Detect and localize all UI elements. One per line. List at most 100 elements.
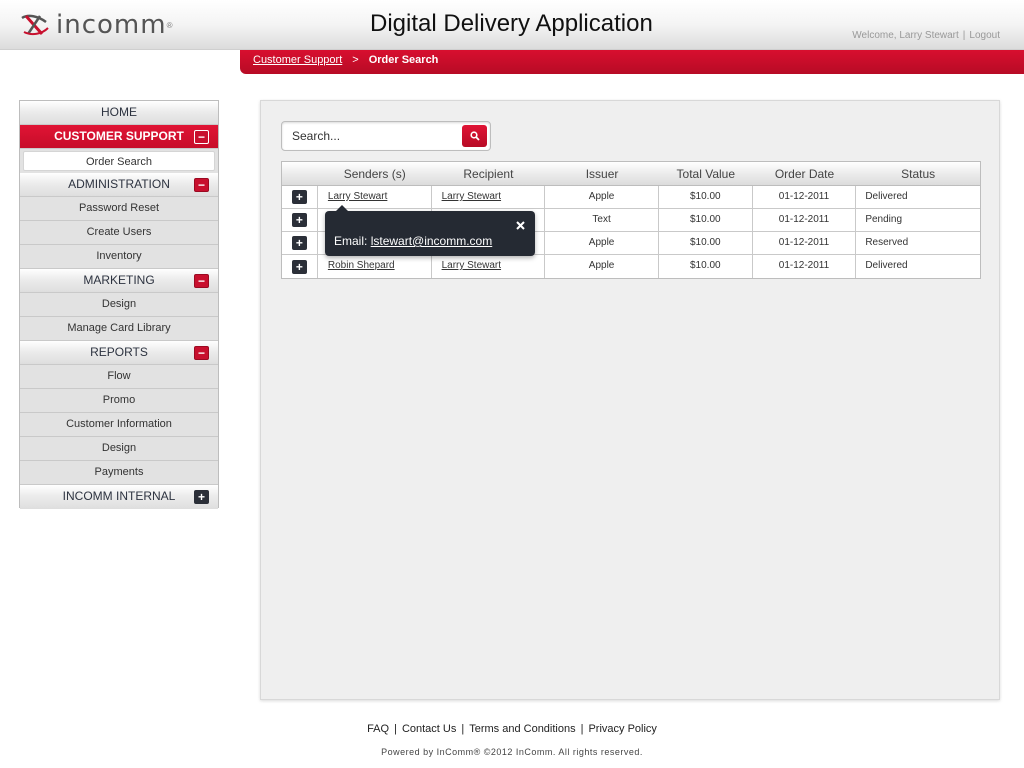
search-icon <box>469 131 480 141</box>
date-cell: 01-12-2011 <box>753 209 857 231</box>
plus-icon[interactable]: + <box>291 259 307 274</box>
sidebar-item-customer-information[interactable]: Customer Information <box>20 413 218 437</box>
header-separator: | <box>962 30 966 41</box>
minus-icon[interactable]: − <box>194 178 209 192</box>
plus-icon[interactable]: + <box>291 213 307 227</box>
footer-copyright: Powered by InComm® ©2012 InComm. All rig… <box>381 747 643 757</box>
recipient-cell: Larry Stewart <box>432 186 546 208</box>
sidebar-item-label: Payments <box>94 466 144 478</box>
header-cell-issuer[interactable]: Issuer <box>545 162 659 185</box>
table-header: Senders (s) Recipient Issuer Total Value… <box>282 162 980 186</box>
welcome-text: Welcome, Larry Stewart <box>852 30 959 41</box>
logout-link[interactable]: Logout <box>969 30 1000 41</box>
tooltip-close-button[interactable] <box>512 217 528 233</box>
header-cell-expand <box>282 162 318 185</box>
recipient-link[interactable]: Larry Stewart <box>442 191 501 202</box>
date-cell: 01-12-2011 <box>753 255 857 278</box>
footer-terms-link[interactable]: Terms and Conditions <box>469 723 575 735</box>
table-row: + Larry Stewart Larry Stewart Apple $10.… <box>282 186 980 209</box>
value-cell: $10.00 <box>659 232 753 254</box>
header-cell-recipient[interactable]: Recipient <box>432 162 546 185</box>
minus-icon[interactable]: − <box>194 274 209 288</box>
footer-contact-link[interactable]: Contact Us <box>402 723 456 735</box>
sidebar-item-label: REPORTS <box>90 345 148 359</box>
sidebar-item-flow[interactable]: Flow <box>20 365 218 389</box>
header-cell-order-date[interactable]: Order Date <box>753 162 857 185</box>
footer-faq-link[interactable]: FAQ <box>367 723 389 735</box>
tooltip-arrow <box>336 205 348 211</box>
status-cell: Delivered <box>865 260 908 271</box>
sidebar-item-inventory[interactable]: Inventory <box>20 245 218 269</box>
sidebar-item-payments[interactable]: Payments <box>20 461 218 485</box>
issuer-cell: Text <box>545 209 659 231</box>
tooltip-email-link[interactable]: lstewart@incomm.com <box>371 234 493 248</box>
sidebar-item-marketing-design[interactable]: Design <box>20 293 218 317</box>
sidebar-item-label: Manage Card Library <box>67 322 171 334</box>
sidebar-item-manage-card-library[interactable]: Manage Card Library <box>20 317 218 341</box>
expand-cell: + <box>282 255 318 278</box>
search-input[interactable] <box>286 126 456 146</box>
sender-cell: Larry Stewart <box>318 186 432 208</box>
sidebar-item-home[interactable]: HOME <box>20 101 218 125</box>
sidebar-item-label: Order Search <box>85 156 153 168</box>
sidebar-nav: HOME CUSTOMER SUPPORT − Order Search ADM… <box>19 100 219 509</box>
breadcrumb-separator: > <box>352 54 359 66</box>
sidebar-item-label: Flow <box>107 370 131 382</box>
sidebar-item-label: Create Users <box>86 226 152 238</box>
plus-icon[interactable]: + <box>194 490 209 504</box>
tooltip-text: Email: lstewart@incomm.com <box>334 234 492 248</box>
minus-icon[interactable]: − <box>194 130 209 144</box>
status-cell: Delivered <box>865 191 908 202</box>
sidebar-item-create-users[interactable]: Create Users <box>20 221 218 245</box>
status-cell: Reserved <box>865 237 909 248</box>
sidebar-section-marketing[interactable]: MARKETING − <box>20 269 218 293</box>
sidebar-section-administration[interactable]: ADMINISTRATION − <box>20 173 218 197</box>
sidebar-item-label: CUSTOMER SUPPORT <box>54 129 184 143</box>
header-cell-status[interactable]: Status <box>856 162 980 185</box>
value-cell: $10.00 <box>659 186 753 208</box>
footer-links: FAQ | Contact Us | Terms and Conditions | Priv… <box>0 723 1024 735</box>
issuer-cell: Apple <box>545 255 659 278</box>
search-button[interactable] <box>462 125 487 147</box>
sidebar-item-label: Promo <box>102 394 136 406</box>
header-cell-senders[interactable]: Senders (s) <box>318 162 432 185</box>
incomm-logo-icon <box>21 14 49 36</box>
sidebar-item-label: ADMINISTRATION <box>68 177 170 191</box>
expand-cell: + <box>282 186 318 208</box>
minus-icon[interactable]: − <box>194 346 209 360</box>
sidebar-section-customer-support[interactable]: CUSTOMER SUPPORT − <box>20 125 218 149</box>
date-cell: 01-12-2011 <box>753 232 857 254</box>
expand-cell: + <box>282 209 318 231</box>
breadcrumb-current: Order Search <box>368 54 439 66</box>
footer-privacy-link[interactable]: Privacy Policy <box>588 723 656 735</box>
sidebar-item-label: Customer Information <box>66 418 172 430</box>
sender-link[interactable]: Robin Shepard <box>328 260 395 271</box>
sidebar-item-label: MARKETING <box>83 273 155 287</box>
sender-link[interactable]: Larry Stewart <box>328 191 387 202</box>
sidebar-item-label: Inventory <box>96 250 142 262</box>
footer-separator: | <box>461 723 465 735</box>
header-cell-total-value[interactable]: Total Value <box>659 162 753 185</box>
sidebar-item-order-search[interactable]: Order Search <box>23 151 215 171</box>
date-cell: 01-12-2011 <box>753 186 857 208</box>
breadcrumb-customer-support[interactable]: Customer Support <box>253 54 342 66</box>
sidebar-item-promo[interactable]: Promo <box>20 389 218 413</box>
close-icon <box>515 220 525 230</box>
recipient-cell: Larry Stewart <box>432 255 546 278</box>
issuer-cell: Apple <box>545 232 659 254</box>
main-panel: Senders (s) Recipient Issuer Total Value… <box>260 100 1000 700</box>
status-cell: Pending <box>865 214 903 225</box>
sidebar-item-password-reset[interactable]: Password Reset <box>20 197 218 221</box>
search-box <box>281 121 491 151</box>
sidebar-section-reports[interactable]: REPORTS − <box>20 341 218 365</box>
sender-email-tooltip: Email: lstewart@incomm.com <box>325 205 535 256</box>
incomm-logo[interactable]: incomm ® <box>20 10 172 40</box>
plus-icon[interactable]: + <box>291 236 307 250</box>
plus-icon[interactable]: + <box>291 190 307 204</box>
logo-registered-mark: ® <box>166 20 173 30</box>
sidebar-item-reports-design[interactable]: Design <box>20 437 218 461</box>
sidebar-item-label: Password Reset <box>78 202 160 214</box>
recipient-link[interactable]: Larry Stewart <box>442 260 501 271</box>
sidebar-section-incomm-internal[interactable]: INCOMM INTERNAL + <box>20 485 218 509</box>
breadcrumb: Customer Support > Order Search <box>240 50 1024 74</box>
